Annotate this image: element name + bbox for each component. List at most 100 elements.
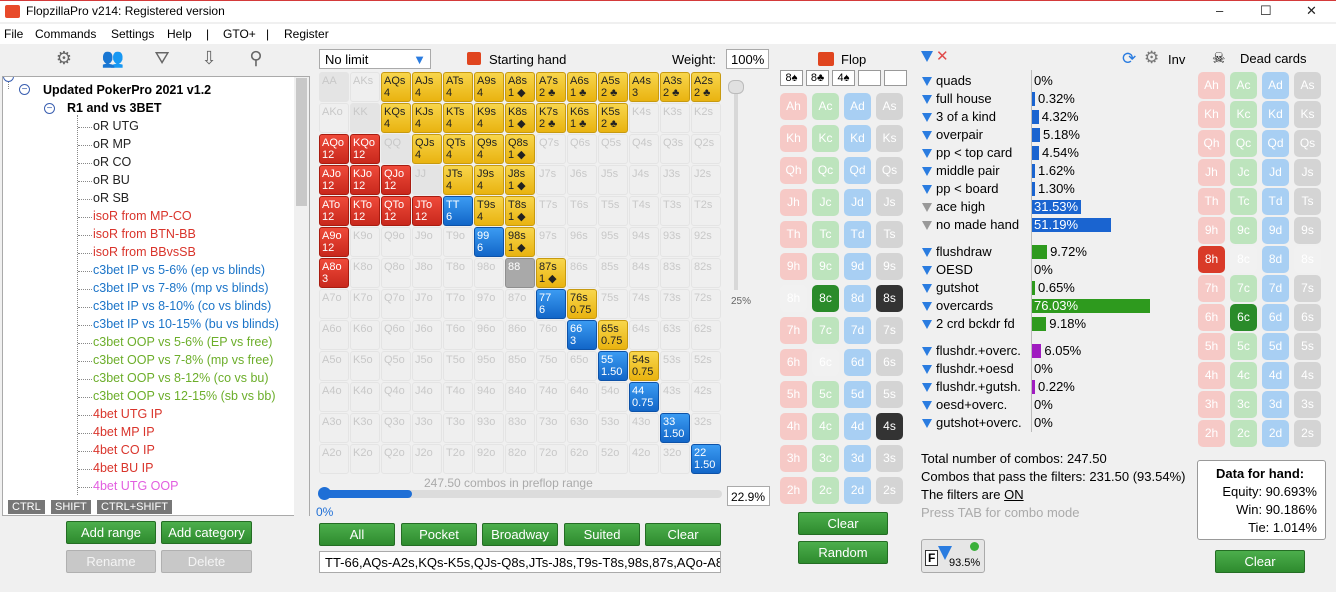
clear-flop-button[interactable]: Clear (798, 512, 888, 535)
hand-cell[interactable]: A8o 3 (319, 258, 349, 288)
hand-cell[interactable]: K4o (350, 382, 380, 412)
deck-card[interactable]: Ad (1262, 72, 1289, 99)
deck-card[interactable]: 7h (780, 317, 807, 344)
hand-cell[interactable]: T7o (443, 289, 473, 319)
deck-card[interactable]: 8c (812, 285, 839, 312)
hand-cell[interactable]: 95o (474, 351, 504, 381)
tree-item[interactable]: isoR from BBvsSB (93, 245, 196, 259)
hand-cell[interactable]: A3o (319, 413, 349, 443)
hand-cell[interactable]: 76s 0.75 (567, 289, 597, 319)
hand-cell[interactable]: A3s 2 ♣ (660, 72, 690, 102)
deck-card[interactable]: 9s (876, 253, 903, 280)
deck-card[interactable]: 8h (1198, 246, 1225, 273)
filters-on-link[interactable]: ON (1004, 487, 1024, 502)
hand-cell[interactable]: QQ (381, 134, 411, 164)
hand-cell[interactable]: K6o (350, 320, 380, 350)
filter-row[interactable]: pp < board (922, 181, 999, 196)
hand-cell[interactable]: J5o (412, 351, 442, 381)
menu-register[interactable]: Register (284, 27, 329, 41)
filter-funnel-icon[interactable] (922, 401, 932, 410)
tree-item[interactable]: isoR from MP-CO (93, 209, 192, 223)
hand-cell[interactable]: 94o (474, 382, 504, 412)
deck-card[interactable]: Ac (1230, 72, 1257, 99)
filter-add-icon[interactable]: ⛛ (146, 48, 178, 74)
deck-card[interactable]: 7d (844, 317, 871, 344)
filter-badge[interactable]: F 93.5% (921, 539, 985, 573)
deck-card[interactable]: 9c (812, 253, 839, 280)
filter-row[interactable]: oesd+overc. (922, 397, 1007, 412)
hand-cell[interactable]: Q3o (381, 413, 411, 443)
deck-card[interactable]: 9d (844, 253, 871, 280)
deck-card[interactable]: Qc (1230, 130, 1257, 157)
hand-cell[interactable]: A6o (319, 320, 349, 350)
hand-cell[interactable]: K2s (691, 103, 721, 133)
tree-item[interactable]: c3bet OOP vs 7-8% (mp vs free) (93, 353, 273, 367)
import-icon[interactable]: ⇩ (193, 48, 225, 74)
filter-row[interactable]: flushdr.+gutsh. (922, 379, 1021, 394)
hand-cell[interactable]: J4o (412, 382, 442, 412)
filter-row[interactable]: 2 crd bckdr fd (922, 316, 1015, 331)
deck-card[interactable]: Th (780, 221, 807, 248)
weight-slider-thumb[interactable] (728, 80, 744, 94)
filter-funnel-icon[interactable] (922, 347, 932, 356)
hand-cell[interactable]: A4o (319, 382, 349, 412)
deck-card[interactable]: 5c (812, 381, 839, 408)
deck-card[interactable]: Qh (1198, 130, 1225, 157)
hand-cell[interactable]: 94s (629, 227, 659, 257)
tree-item[interactable]: c3bet OOP vs 8-12% (co vs bu) (93, 371, 269, 385)
hand-cell[interactable]: T3s (660, 196, 690, 226)
hand-cell[interactable]: 65o (567, 351, 597, 381)
weight-input[interactable]: 100% (726, 49, 769, 69)
hand-cell[interactable]: KJo 12 (350, 165, 380, 195)
tree-item[interactable]: 4bet CO IP (93, 443, 155, 457)
hand-cell[interactable]: 53s (660, 351, 690, 381)
deck-card[interactable]: 4s (876, 413, 903, 440)
hand-cell[interactable]: JTs 4 (443, 165, 473, 195)
hand-cell[interactable]: 85s (598, 258, 628, 288)
deck-card[interactable]: Kd (1262, 101, 1289, 128)
filter-funnel-icon[interactable] (922, 266, 932, 275)
tree-item[interactable]: oR UTG (93, 119, 139, 133)
hand-cell[interactable]: 99 6 (474, 227, 504, 257)
filter-row[interactable]: ace high (922, 199, 985, 214)
hand-cell[interactable]: J9s 4 (474, 165, 504, 195)
hand-cell[interactable]: 44 0.75 (629, 382, 659, 412)
filter-funnel-icon[interactable] (922, 419, 932, 428)
hand-cell[interactable]: J7s (536, 165, 566, 195)
hand-cell[interactable]: 74o (536, 382, 566, 412)
filter-funnel-icon[interactable] (922, 95, 932, 104)
hand-cell[interactable]: 87s 1 ◆ (536, 258, 566, 288)
hand-cell[interactable]: KQs 4 (381, 103, 411, 133)
deck-card[interactable]: 5d (1262, 333, 1289, 360)
filter-row[interactable]: 3 of a kind (922, 109, 996, 124)
hand-cell[interactable]: KTo 12 (350, 196, 380, 226)
hand-cell[interactable]: 82o (505, 444, 535, 474)
tree-item[interactable]: 4bet UTG IP (93, 407, 162, 421)
hand-cell[interactable]: Q4o (381, 382, 411, 412)
hand-cell[interactable]: QJs 4 (412, 134, 442, 164)
hand-cell[interactable]: Q2o (381, 444, 411, 474)
deck-card[interactable]: 9h (780, 253, 807, 280)
hand-cell[interactable]: 74s (629, 289, 659, 319)
hand-cell[interactable]: 22 1.50 (691, 444, 721, 474)
hand-cell[interactable]: A4s 3 (629, 72, 659, 102)
hand-cell[interactable]: 92s (691, 227, 721, 257)
hand-cell[interactable]: A2o (319, 444, 349, 474)
hand-cell[interactable]: KQo 12 (350, 134, 380, 164)
deck-card[interactable]: Kc (1230, 101, 1257, 128)
deck-card[interactable]: 2h (780, 477, 807, 504)
add-range-button[interactable]: Add range (66, 521, 156, 544)
hand-cell[interactable]: 73o (536, 413, 566, 443)
board-card-slot[interactable]: 4♠ (832, 70, 855, 86)
deck-card[interactable]: 6s (1294, 304, 1321, 331)
hand-cell[interactable]: 96o (474, 320, 504, 350)
deck-card[interactable]: Kc (812, 125, 839, 152)
hand-cell[interactable]: 73s (660, 289, 690, 319)
hand-cell[interactable]: 75o (536, 351, 566, 381)
hand-cell[interactable]: 55 1.50 (598, 351, 628, 381)
hand-cell[interactable]: K7s 2 ♣ (536, 103, 566, 133)
settings-gear-icon[interactable]: ⚙ (1144, 48, 1159, 68)
tree-collapse-icon[interactable]: − (44, 103, 55, 114)
deck-card[interactable]: Jc (812, 189, 839, 216)
hand-cell[interactable]: 84s (629, 258, 659, 288)
